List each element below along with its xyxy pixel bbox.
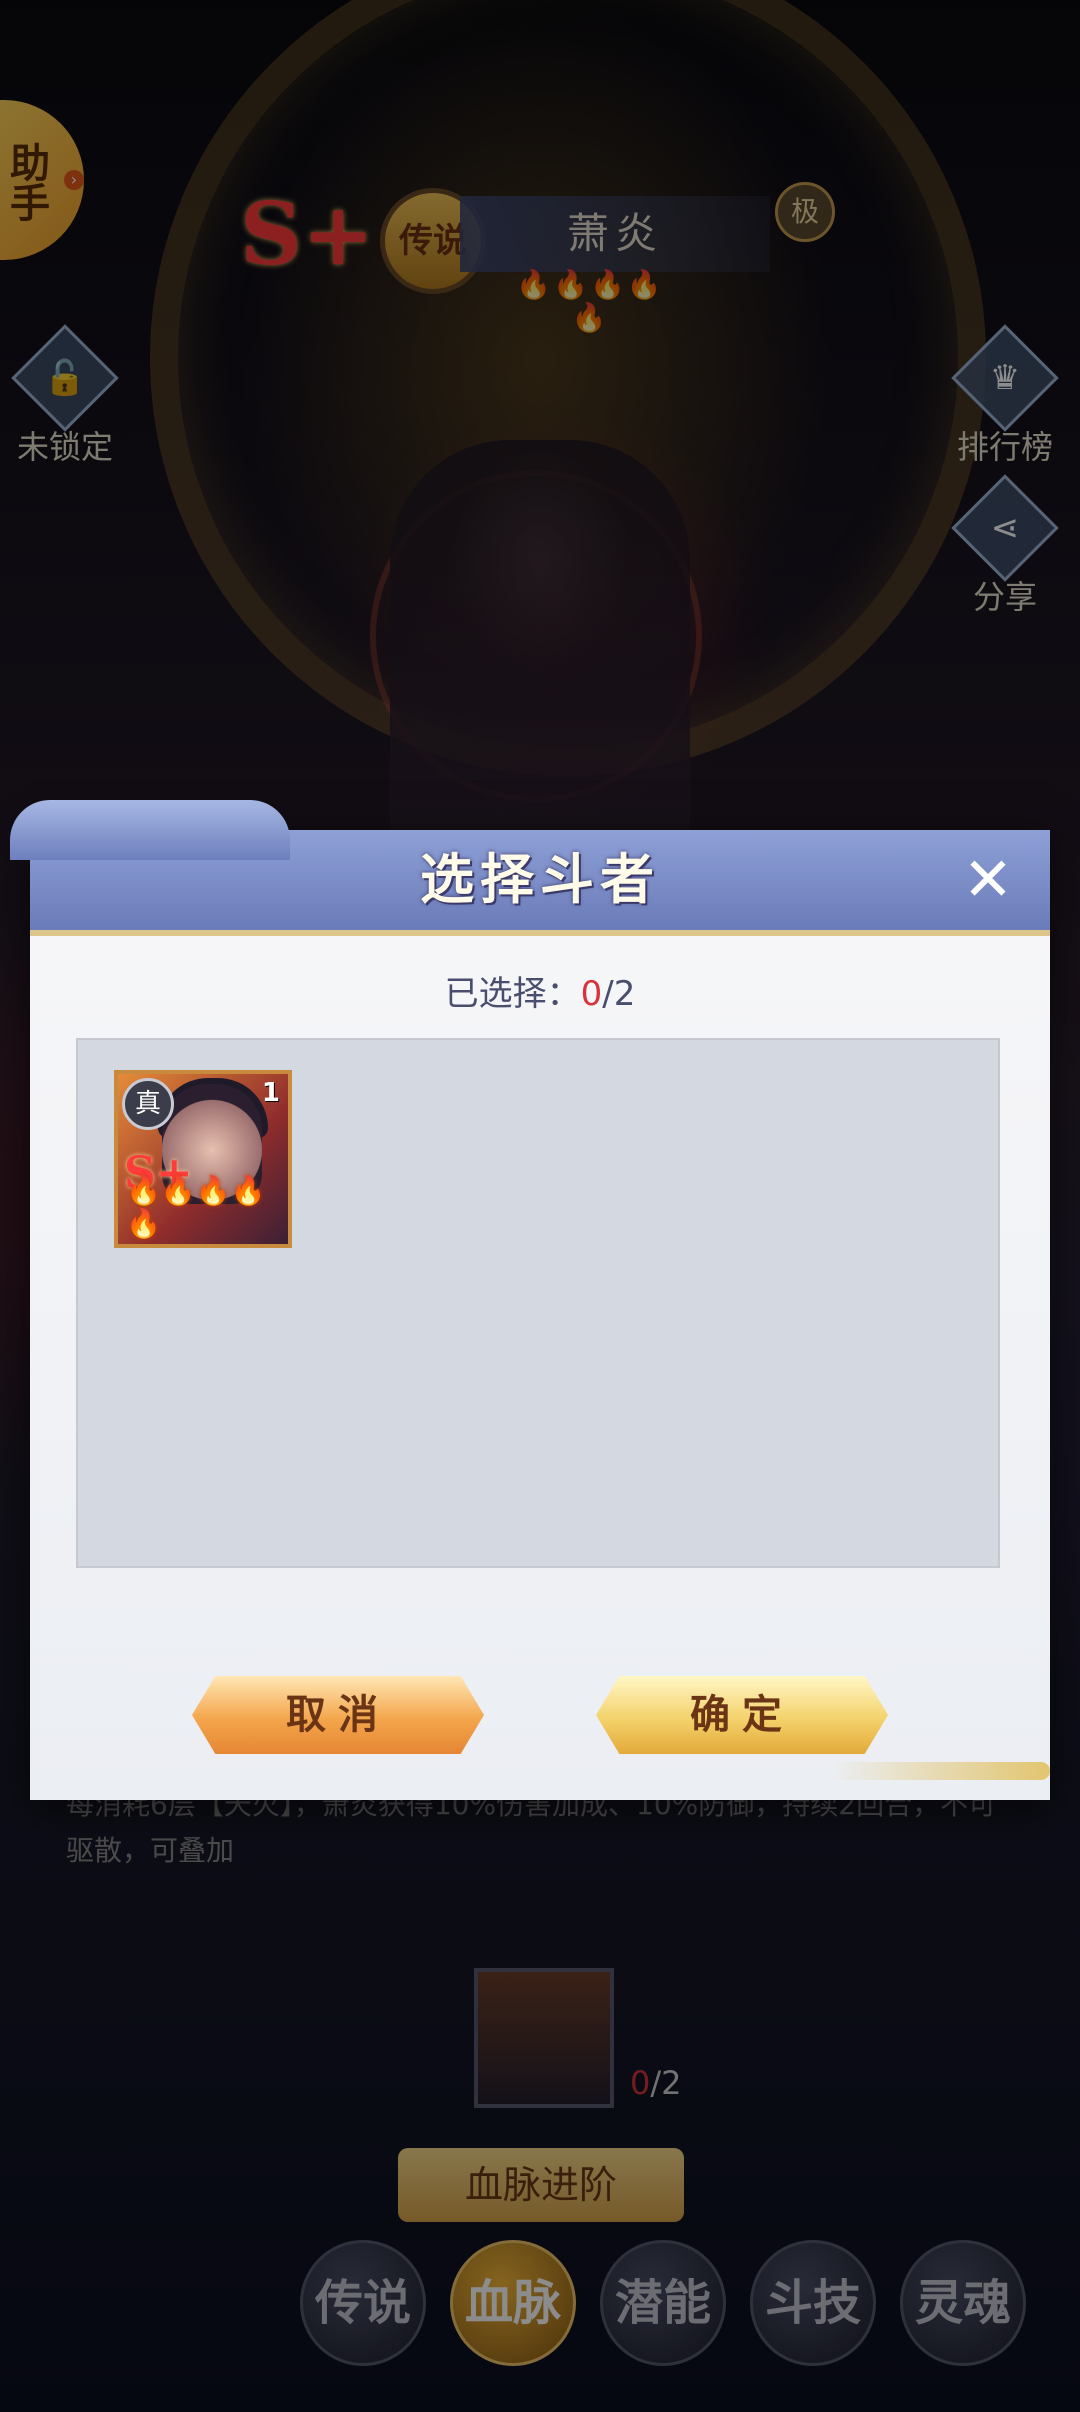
- card-stars: 🔥🔥🔥🔥🔥: [126, 1174, 266, 1240]
- selected-count: 0: [580, 974, 603, 1014]
- close-icon[interactable]: ✕: [960, 850, 1016, 910]
- dialog-title: 选择斗者: [420, 848, 660, 911]
- true-badge: 真: [122, 1078, 174, 1130]
- gold-trim-decoration: [830, 1762, 1050, 1780]
- card-count: 1: [261, 1078, 280, 1108]
- fighter-grid: 真 1 S+ 🔥🔥🔥🔥🔥: [76, 1038, 1000, 1568]
- confirm-button[interactable]: 确定: [596, 1676, 888, 1754]
- select-fighter-dialog: 选择斗者 ✕ 已选择：0/2 真 1 S+ 🔥🔥🔥🔥🔥 取消 确定: [10, 800, 1050, 1800]
- selected-count-line: 已选择：0/2: [30, 966, 1050, 1015]
- selected-prefix: 已选择：: [444, 974, 581, 1014]
- fighter-card[interactable]: 真 1 S+ 🔥🔥🔥🔥🔥: [114, 1070, 292, 1248]
- cancel-button[interactable]: 取消: [192, 1676, 484, 1754]
- selected-total: /2: [602, 974, 636, 1014]
